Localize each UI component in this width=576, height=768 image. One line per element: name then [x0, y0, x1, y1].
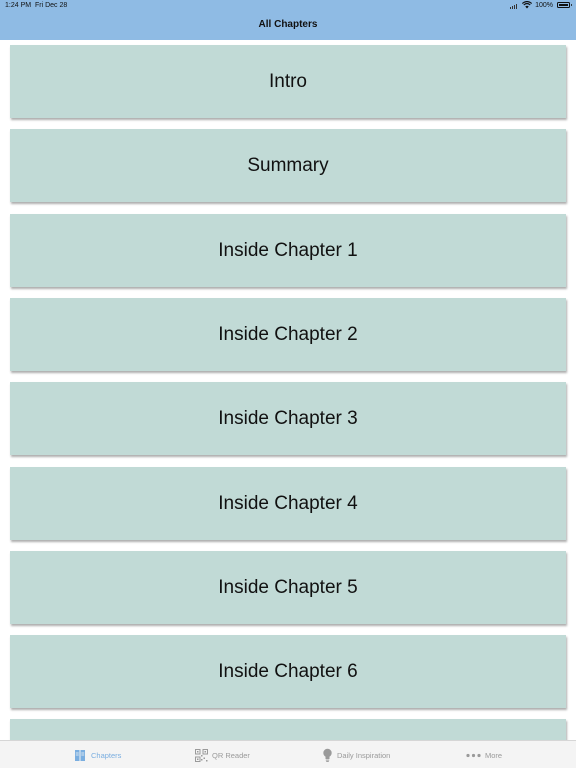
- tab-qr-reader[interactable]: QR Reader: [195, 747, 250, 763]
- chapter-row-6[interactable]: Inside Chapter 6: [10, 635, 566, 708]
- tab-more-label: More: [485, 750, 503, 760]
- status-time: 1:24 PM: [5, 2, 32, 9]
- tab-qr-reader-label: QR Reader: [212, 750, 250, 760]
- book-icon: [75, 749, 85, 761]
- status-indicators: 100%: [510, 1, 572, 9]
- tab-more[interactable]: More: [466, 747, 502, 763]
- battery-percentage: 100%: [535, 1, 553, 9]
- tab-bar: Chapters QR Reader Daily Inspiration Mor…: [0, 740, 576, 768]
- page-title: All Chapters: [258, 19, 318, 30]
- tab-chapters[interactable]: Chapters: [74, 747, 121, 763]
- lightbulb-icon: [323, 748, 332, 762]
- wifi-icon: [522, 1, 533, 9]
- chapter-row-summary[interactable]: Summary: [10, 129, 566, 202]
- signal-icon: [510, 2, 519, 9]
- status-date: Fri Dec 28: [35, 2, 68, 9]
- more-dots-icon: [466, 753, 481, 757]
- chapter-row-5[interactable]: Inside Chapter 5: [10, 551, 566, 624]
- chapter-row-1[interactable]: Inside Chapter 1: [10, 214, 566, 287]
- chapter-row-2[interactable]: Inside Chapter 2: [10, 298, 566, 371]
- battery-icon: [557, 2, 572, 8]
- chapter-row-3[interactable]: Inside Chapter 3: [10, 382, 566, 455]
- navigation-bar: 1:24 PM Fri Dec 28 100% All Chapters: [0, 0, 576, 40]
- chapter-row-intro[interactable]: Intro: [10, 45, 566, 118]
- chapter-row-partial[interactable]: [10, 719, 566, 740]
- chapter-list[interactable]: Intro Summary Inside Chapter 1 Inside Ch…: [0, 40, 576, 740]
- qr-code-icon: [195, 748, 208, 762]
- chapter-row-4[interactable]: Inside Chapter 4: [10, 467, 566, 540]
- tab-daily-inspiration-label: Daily Inspiration: [337, 750, 391, 760]
- tab-chapters-label: Chapters: [91, 750, 122, 760]
- app-screen: 1:24 PM Fri Dec 28 100% All Chapters Int…: [0, 0, 576, 768]
- status-bar: 1:24 PM Fri Dec 28 100%: [0, 0, 576, 12]
- tab-daily-inspiration[interactable]: Daily Inspiration: [322, 747, 390, 763]
